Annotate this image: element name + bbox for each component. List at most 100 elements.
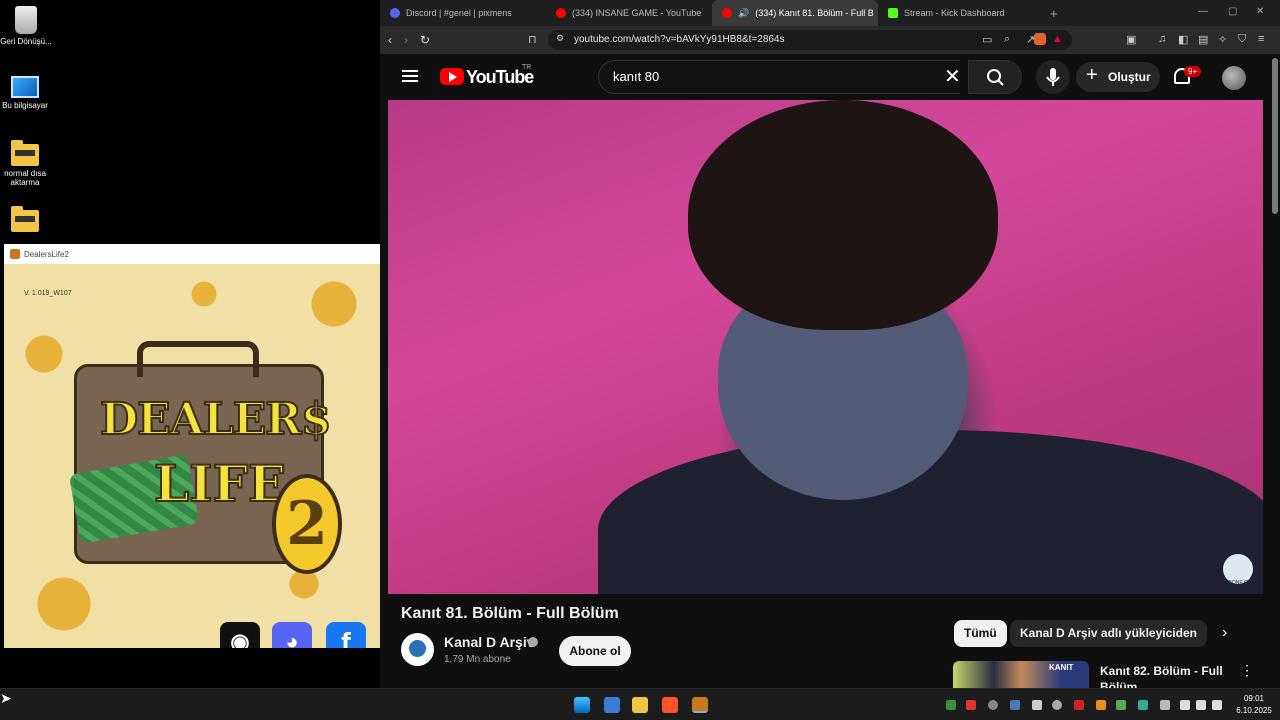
chip-from-uploader[interactable]: Kanal D Arşiv adlı yükleyiciden [1010, 620, 1207, 647]
subscribe-button[interactable]: Abone ol [559, 636, 631, 666]
brave-shield-icon[interactable] [1034, 33, 1046, 45]
tab-youtube-kanit[interactable]: 🔊 (334) Kanıt 81. Bölüm - Full B ✕ [712, 0, 878, 26]
folder-icon [11, 206, 39, 232]
folder-icon [11, 140, 39, 166]
search-input[interactable]: kanıt 80 [598, 60, 960, 94]
youtube-icon [722, 8, 732, 18]
tab-label: Discord | #genel | pixmens [406, 8, 512, 18]
forward-icon[interactable]: › [404, 33, 408, 47]
search-button[interactable] [968, 60, 1022, 94]
tray-icon[interactable] [1138, 700, 1148, 710]
tab-discord[interactable]: Discord | #genel | pixmens [380, 0, 546, 26]
chevron-right-icon[interactable]: › [1222, 624, 1227, 642]
steam-tray-icon[interactable] [1010, 700, 1020, 710]
watermark-text: ABONE OL [1225, 580, 1251, 586]
tab-label: (334) Kanıt 81. Bölüm - Full B [755, 8, 874, 18]
discord-icon[interactable]: ◕ [272, 622, 312, 648]
tray-icon[interactable] [988, 700, 998, 710]
close-window-icon[interactable]: ✕ [1256, 6, 1264, 17]
tab-kick[interactable]: Stream - Kick Dashboard [878, 0, 1044, 26]
tray-icon[interactable] [1032, 700, 1042, 710]
clock-date[interactable]: 6.10.2025 [1232, 706, 1276, 715]
media-icon[interactable]: ♫ [1158, 33, 1166, 45]
game-window-titlebar[interactable]: DealersLife2 [4, 244, 380, 264]
more-options-icon[interactable]: ⋮ [1240, 662, 1254, 679]
tray-icon[interactable] [1052, 700, 1062, 710]
desktop-icon-this-pc[interactable]: Bu bilgisayar [0, 72, 53, 110]
facebook-icon[interactable]: f [326, 622, 366, 648]
menu-icon[interactable]: ≡ [1258, 33, 1264, 45]
region-code: TR [522, 64, 532, 71]
start-icon[interactable] [574, 697, 590, 713]
recommendation-title[interactable]: Kanıt 82. Bölüm - Full Bölüm [1100, 663, 1230, 688]
brave-rewards-icon[interactable]: ▲ [1052, 33, 1063, 45]
game-window-title: DealersLife2 [24, 249, 69, 259]
tray-icon[interactable] [966, 700, 976, 710]
tab-label: (334) INSANE GAME - YouTube [572, 8, 702, 18]
back-icon[interactable]: ‹ [388, 33, 392, 47]
site-info-icon[interactable]: ⚙ [556, 33, 564, 44]
verified-badge-icon [528, 637, 538, 647]
account-avatar[interactable] [1222, 66, 1246, 90]
game-window[interactable]: DealersLife2 V. 1.019_W107 DEALER$ LIFE … [4, 244, 380, 648]
kick-icon [888, 8, 898, 18]
network-icon[interactable] [1180, 700, 1190, 710]
brave-icon[interactable] [662, 697, 678, 713]
chip-all[interactable]: Tümü [954, 620, 1007, 647]
wallet-icon[interactable]: ▤ [1198, 33, 1208, 46]
game-logo-number: 2 [272, 474, 342, 574]
tab-label: Stream - Kick Dashboard [904, 8, 1005, 18]
microphone-tray-icon[interactable] [1160, 700, 1170, 710]
youtube-header: YouTube TR kanıt 80 ✕ Oluştur + 9+ [380, 54, 1280, 102]
youtube-logo-icon[interactable] [440, 68, 464, 85]
minimize-icon[interactable]: — [1198, 6, 1208, 17]
hamburger-menu-icon[interactable] [402, 70, 418, 82]
desktop-icon-label: Geri Dönüşü... [0, 37, 52, 46]
tray-icon[interactable] [1074, 700, 1084, 710]
tray-icon[interactable] [1096, 700, 1106, 710]
clear-search-icon[interactable]: ✕ [944, 64, 961, 89]
dealerslife-icon[interactable] [692, 697, 708, 713]
subscriber-count: 1,79 Mn abone [444, 654, 511, 665]
leo-icon[interactable]: ✧ [1218, 33, 1227, 46]
tray-icon[interactable] [1116, 700, 1126, 710]
tab-youtube-insane[interactable]: (334) INSANE GAME - YouTube [546, 0, 712, 26]
channel-name[interactable]: Kanal D Arşiv [444, 634, 535, 650]
widgets-icon[interactable] [604, 697, 620, 713]
new-tab-button[interactable]: + [1050, 6, 1058, 21]
clock-time[interactable]: 09:01 [1234, 694, 1274, 703]
youtube-icon [556, 8, 566, 18]
voice-search-button[interactable] [1036, 60, 1070, 94]
sidebar-icon[interactable]: ▣ [1126, 33, 1136, 46]
taskbar: 09:01 6.10.2025 [0, 688, 1280, 720]
channel-watermark[interactable]: ABONE OL [1223, 554, 1253, 586]
volume-icon[interactable] [1196, 700, 1206, 710]
recommendation-thumbnail[interactable]: KANIT [953, 661, 1089, 688]
address-bar[interactable]: youtube.com/watch?v=bAVkYy91HB8&t=2864s [548, 30, 1072, 50]
steam-icon[interactable]: ◉ [220, 622, 260, 648]
discord-icon [390, 8, 400, 18]
maximize-icon[interactable]: ▢ [1228, 6, 1237, 17]
scrollbar[interactable] [1272, 58, 1278, 214]
game-splash-art: V. 1.019_W107 DEALER$ LIFE 2 ◉ ◕ f [4, 264, 380, 648]
vpn-icon[interactable]: ⛉ [1238, 33, 1246, 46]
computer-icon [11, 76, 39, 98]
cast-icon[interactable]: ▭ [982, 33, 992, 46]
channel-avatar[interactable] [401, 633, 434, 666]
zoom-icon[interactable]: ⌕ [1004, 33, 1010, 46]
reload-icon[interactable]: ↻ [420, 33, 430, 47]
browser-window[interactable]: Discord | #genel | pixmens (334) INSANE … [380, 0, 1280, 688]
thumbnail-label: KANIT [1049, 663, 1074, 672]
tray-icon[interactable] [946, 700, 956, 710]
video-player[interactable]: ABONE OL [388, 100, 1263, 594]
split-view-icon[interactable]: ◧ [1178, 33, 1188, 46]
desktop-icon-label: Bu bilgisayar [2, 101, 48, 110]
desktop-icon-label: normal dısa aktarma [4, 169, 46, 187]
desktop-icon-folder[interactable] [0, 206, 53, 235]
bookmark-icon[interactable]: ⊓ [528, 33, 537, 46]
desktop-icon-folder-export[interactable]: normal dısa aktarma [0, 140, 53, 187]
url-text: youtube.com/watch?v=bAVkYy91HB8&t=2864s [574, 34, 785, 45]
battery-icon[interactable] [1212, 700, 1222, 710]
desktop-icon-recycle-bin[interactable]: Geri Dönüşü... [0, 6, 54, 46]
file-explorer-icon[interactable] [632, 697, 648, 713]
